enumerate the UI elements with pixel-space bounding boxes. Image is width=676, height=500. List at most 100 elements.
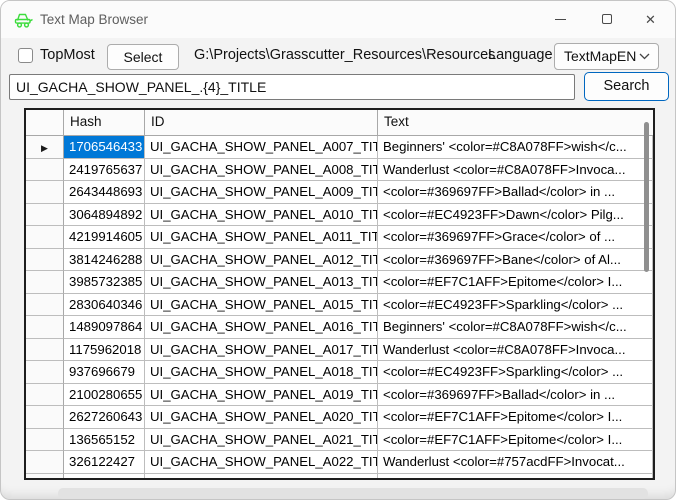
chevron-down-icon (639, 53, 650, 60)
column-header-rowselector[interactable] (26, 110, 64, 136)
vertical-scrollbar-thumb[interactable] (644, 122, 649, 272)
row-header-cell[interactable] (26, 159, 64, 182)
close-button[interactable]: ✕ (628, 2, 673, 36)
column-header-hash[interactable]: Hash (64, 110, 145, 136)
id-cell[interactable]: UI_GACHA_SHOW_PANEL_A012_TITLE (145, 249, 378, 272)
hash-cell[interactable]: 2643448693 (64, 181, 145, 204)
text-cell[interactable]: Beginners' <color=#C8A078FF>wish</c... (378, 316, 653, 339)
hash-cell[interactable]: 2627260643 (64, 406, 145, 429)
row-header-cell[interactable] (26, 316, 64, 339)
id-cell[interactable]: UI_GACHA_SHOW_PANEL_A016_TITLE (145, 316, 378, 339)
topmost-label: TopMost (40, 47, 95, 63)
id-cell[interactable]: UI_GACHA_SHOW_PANEL_A019_TITLE (145, 384, 378, 407)
id-cell[interactable]: UI_GACHA_SHOW_PANEL_A017_TITLE (145, 339, 378, 362)
table-row: 2830640346UI_GACHA_SHOW_PANEL_A015_TITLE… (26, 294, 653, 317)
app-window: Text Map Browser ✕ TopMost Select G:\Pro… (0, 0, 676, 500)
id-cell[interactable]: UI_GACHA_SHOW_PANEL_A011_TITLE (145, 226, 378, 249)
horizontal-scrollbar[interactable] (58, 488, 648, 499)
search-input[interactable] (9, 74, 575, 100)
text-cell[interactable]: <color=#369697FF>Ballad</color> in ... (378, 181, 653, 204)
id-cell[interactable]: UI_GACHA_SHOW_PANEL_A022_TITLE (145, 451, 378, 474)
table-row: 4219914605UI_GACHA_SHOW_PANEL_A011_TITLE… (26, 226, 653, 249)
id-cell[interactable]: UI_GACHA_SHOW_PANEL_A007_TITLE (145, 136, 378, 159)
row-header-cell[interactable] (26, 429, 64, 452)
hash-cell[interactable]: 2100280655 (64, 384, 145, 407)
text-cell[interactable]: <color=#EC4923FF>Sparkling</color> ... (378, 294, 653, 317)
table-row: 2419765637UI_GACHA_SHOW_PANEL_A008_TITLE… (26, 159, 653, 182)
row-header-cell[interactable] (26, 294, 64, 317)
selection-arrow-icon: ▶ (41, 143, 48, 153)
text-cell[interactable]: <color=#EC4923FF>Dawn</color> Pilg... (378, 204, 653, 227)
row-header-cell[interactable] (26, 406, 64, 429)
topmost-checkbox[interactable] (18, 48, 33, 63)
title-bar: Text Map Browser ✕ (1, 1, 675, 38)
text-cell[interactable]: <color=#369697FF>Bane</color> of Al... (378, 249, 653, 272)
id-cell[interactable]: UI_GACHA_SHOW_PANEL_A015_TITLE (145, 294, 378, 317)
hash-cell[interactable]: 136565152 (64, 429, 145, 452)
hash-cell[interactable] (64, 474, 145, 481)
row-header-cell[interactable] (26, 226, 64, 249)
id-cell[interactable]: UI_GACHA_SHOW_PANEL_A010_TITLE (145, 204, 378, 227)
column-header-id[interactable]: ID (145, 110, 378, 136)
table-row: 3985732385UI_GACHA_SHOW_PANEL_A013_TITLE… (26, 271, 653, 294)
id-cell[interactable]: UI_GACHA_SHOW_PANEL_A013_TITLE (145, 271, 378, 294)
hash-cell[interactable]: 3064894892 (64, 204, 145, 227)
maximize-button[interactable] (584, 2, 629, 36)
row-header-cell[interactable] (26, 249, 64, 272)
text-cell[interactable]: Beginners' <color=#C8A078FF>wish</c... (378, 136, 653, 159)
text-cell[interactable]: <color=#EF7C1AFF>Epitome</color> I... (378, 271, 653, 294)
text-cell[interactable]: <color=#EF7C1AFF>Epitome</color> I... (378, 429, 653, 452)
id-cell[interactable]: UI_GACHA_SHOW_PANEL_A009_TITLE (145, 181, 378, 204)
row-header-cell[interactable]: ▶ (26, 136, 64, 159)
hash-cell[interactable]: 4219914605 (64, 226, 145, 249)
id-cell[interactable]: UI_GACHA_SHOW_PANEL_A018_TITLE (145, 361, 378, 384)
text-cell[interactable]: <color=#369697FF>Ballad</color> in ... (378, 384, 653, 407)
text-cell[interactable]: <color=#369697FF>Grace</color> of ... (378, 226, 653, 249)
language-selected-value: TextMapEN (564, 44, 636, 69)
id-cell[interactable] (145, 474, 378, 481)
row-header-cell[interactable] (26, 361, 64, 384)
table-row: ▶ 1706546433UI_GACHA_SHOW_PANEL_A007_TITL… (26, 136, 653, 159)
id-cell[interactable]: UI_GACHA_SHOW_PANEL_A008_TITLE (145, 159, 378, 182)
row-header-cell[interactable] (26, 339, 64, 362)
text-cell[interactable] (378, 474, 653, 481)
column-header-text[interactable]: Text (378, 110, 653, 136)
row-header-cell[interactable] (26, 204, 64, 227)
maximize-icon (602, 14, 612, 24)
row-header-cell[interactable] (26, 474, 64, 481)
row-header-cell[interactable] (26, 384, 64, 407)
table-row-partial (26, 474, 653, 481)
window-title: Text Map Browser (40, 1, 148, 38)
id-cell[interactable]: UI_GACHA_SHOW_PANEL_A021_TITLE (145, 429, 378, 452)
hash-cell[interactable]: 1175962018 (64, 339, 145, 362)
hash-cell[interactable]: 326122427 (64, 451, 145, 474)
hash-cell[interactable]: 1706546433 (64, 136, 145, 159)
data-grid: Hash ID Text ▶1706546433UI_GACHA_SHOW_PA… (24, 108, 655, 480)
text-cell[interactable]: Wanderlust <color=#C8A078FF>Invoca... (378, 159, 653, 182)
table-row: 3814246288UI_GACHA_SHOW_PANEL_A012_TITLE… (26, 249, 653, 272)
id-cell[interactable]: UI_GACHA_SHOW_PANEL_A020_TITLE (145, 406, 378, 429)
table-row: 136565152UI_GACHA_SHOW_PANEL_A021_TITLE<… (26, 429, 653, 452)
table-row: 1175962018UI_GACHA_SHOW_PANEL_A017_TITLE… (26, 339, 653, 362)
text-cell[interactable]: <color=#EC4923FF>Sparkling</color> ... (378, 361, 653, 384)
hash-cell[interactable]: 2830640346 (64, 294, 145, 317)
table-row: 2100280655UI_GACHA_SHOW_PANEL_A019_TITLE… (26, 384, 653, 407)
row-header-cell[interactable] (26, 271, 64, 294)
table-row: 3064894892UI_GACHA_SHOW_PANEL_A010_TITLE… (26, 204, 653, 227)
table-row: 937696679UI_GACHA_SHOW_PANEL_A018_TITLE<… (26, 361, 653, 384)
hash-cell[interactable]: 937696679 (64, 361, 145, 384)
row-header-cell[interactable] (26, 451, 64, 474)
hash-cell[interactable]: 3814246288 (64, 249, 145, 272)
hash-cell[interactable]: 3985732385 (64, 271, 145, 294)
text-cell[interactable]: <color=#EF7C1AFF>Epitome</color> I... (378, 406, 653, 429)
language-select[interactable]: TextMapEN (554, 43, 659, 70)
hash-cell[interactable]: 2419765637 (64, 159, 145, 182)
minimize-button[interactable] (538, 2, 583, 36)
text-cell[interactable]: Wanderlust <color=#C8A078FF>Invoca... (378, 339, 653, 362)
text-cell[interactable]: Wanderlust <color=#757acdFF>Invocat... (378, 451, 653, 474)
hash-cell[interactable]: 1489097864 (64, 316, 145, 339)
row-header-cell[interactable] (26, 181, 64, 204)
search-button[interactable]: Search (584, 72, 669, 101)
select-button[interactable]: Select (107, 44, 179, 70)
table-row: 2627260643UI_GACHA_SHOW_PANEL_A020_TITLE… (26, 406, 653, 429)
